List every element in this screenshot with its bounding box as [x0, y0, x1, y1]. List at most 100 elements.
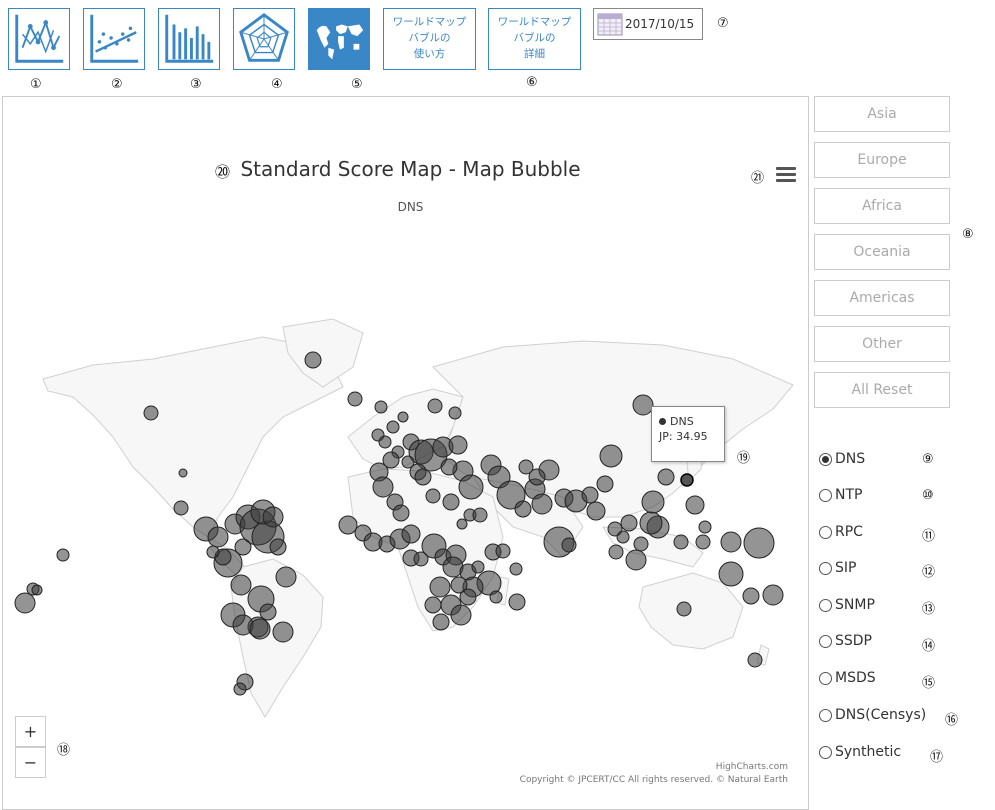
map-bubble[interactable]	[427, 398, 443, 414]
map-bubble[interactable]	[424, 596, 442, 614]
howto-button[interactable]: ワールドマップ バブルの 使い方	[383, 8, 476, 70]
region-button-asia[interactable]: Asia	[814, 96, 950, 132]
radar-chart-button[interactable]	[233, 8, 295, 70]
region-reset-button[interactable]: All Reset	[814, 372, 950, 408]
map-bubble[interactable]	[528, 468, 546, 486]
map-bubble[interactable]	[392, 504, 410, 522]
map-bubble[interactable]	[586, 501, 606, 521]
map-bubble[interactable]	[425, 488, 441, 504]
map-bubble[interactable]	[762, 584, 784, 606]
dataset-radio-ssdp[interactable]: SSDP	[819, 633, 872, 649]
map-bubble[interactable]	[459, 588, 477, 606]
credits-site[interactable]: HighCharts.com	[716, 762, 788, 772]
map-bubble[interactable]	[143, 405, 159, 421]
dataset-radio-dns-censys[interactable]: DNS(Censys)	[819, 707, 926, 723]
map-bubble[interactable]	[14, 592, 36, 614]
map-bubble[interactable]	[472, 507, 488, 523]
dataset-radio-snmp[interactable]: SNMP	[819, 597, 875, 613]
map-bubble[interactable]	[509, 562, 523, 576]
bar-chart-button[interactable]	[158, 8, 220, 70]
map-bubble[interactable]	[432, 613, 450, 631]
map-bubble[interactable]	[495, 543, 511, 559]
map-bubble[interactable]	[378, 435, 392, 449]
map-bubble[interactable]	[386, 420, 400, 434]
map-bubble[interactable]	[695, 534, 711, 550]
map-bubble[interactable]	[508, 593, 526, 611]
map-bubble[interactable]	[442, 493, 460, 511]
map-bubble[interactable]	[607, 521, 623, 537]
map-bubble[interactable]	[720, 531, 742, 553]
dataset-radio-msds[interactable]: MSDS	[819, 670, 876, 686]
zoom-in-button[interactable]: +	[15, 716, 46, 747]
map-bubble[interactable]	[456, 518, 468, 530]
map-bubble-highlighted[interactable]	[680, 473, 694, 487]
map-bubble[interactable]	[372, 476, 394, 498]
region-button-americas[interactable]: Americas	[814, 280, 950, 316]
map-bubble[interactable]	[747, 652, 763, 668]
map-bubble[interactable]	[429, 576, 451, 598]
map-bubble[interactable]	[673, 534, 689, 550]
map-bubble[interactable]	[401, 524, 421, 544]
map-bubble[interactable]	[581, 486, 599, 504]
map-bubble[interactable]	[596, 475, 614, 493]
map-bubble[interactable]	[448, 435, 468, 455]
map-bubble[interactable]	[641, 490, 665, 514]
region-button-europe[interactable]: Europe	[814, 142, 950, 178]
line-chart-button[interactable]	[8, 8, 70, 70]
map-bubble[interactable]	[31, 584, 43, 596]
map-bubble[interactable]	[742, 587, 760, 605]
details-button[interactable]: ワールドマップ バブルの 詳細	[488, 8, 581, 70]
map-bubble[interactable]	[531, 493, 553, 515]
dataset-radio-sip[interactable]: SIP	[819, 560, 856, 576]
map-bubble[interactable]	[743, 527, 775, 559]
dataset-radio-synthetic[interactable]: Synthetic	[819, 744, 901, 760]
map-bubble[interactable]	[471, 560, 485, 574]
map-bubble[interactable]	[178, 468, 188, 478]
map-bubble[interactable]	[698, 520, 712, 534]
map-bubble[interactable]	[489, 590, 503, 604]
world-map-button[interactable]	[308, 8, 370, 70]
map-bubble[interactable]	[173, 500, 189, 516]
map-bubble[interactable]	[56, 548, 70, 562]
region-button-other[interactable]: Other	[814, 326, 950, 362]
map-bubble[interactable]	[414, 468, 432, 486]
map-bubble[interactable]	[401, 455, 415, 469]
map-bubble[interactable]	[262, 506, 284, 528]
map-bubble[interactable]	[304, 351, 322, 369]
map-chart[interactable]: ⑳ Standard Score Map - Map Bubble DNS ㉑	[2, 96, 809, 810]
map-bubble[interactable]	[599, 444, 623, 468]
map-bubble[interactable]	[561, 537, 577, 553]
map-bubble[interactable]	[608, 544, 624, 560]
map-bubble[interactable]	[249, 618, 271, 640]
date-picker[interactable]: 2017/10/15	[593, 8, 703, 40]
map-bubble[interactable]	[676, 601, 692, 617]
map-bubble[interactable]	[440, 458, 458, 476]
map-bubble[interactable]	[233, 682, 247, 696]
map-bubble[interactable]	[206, 545, 220, 559]
map-bubble[interactable]	[620, 514, 638, 532]
map-bubble[interactable]	[458, 474, 484, 500]
map-bubble[interactable]	[639, 511, 663, 535]
dataset-radio-ntp[interactable]: NTP	[819, 487, 862, 503]
region-button-oceania[interactable]: Oceania	[814, 234, 950, 270]
map-bubble[interactable]	[272, 621, 294, 643]
region-button-africa[interactable]: Africa	[814, 188, 950, 224]
dataset-radio-rpc[interactable]: RPC	[819, 524, 863, 540]
zoom-out-button[interactable]: −	[15, 747, 46, 778]
map-bubble[interactable]	[450, 604, 472, 626]
map-bubble[interactable]	[685, 495, 705, 515]
map-bubble[interactable]	[269, 538, 287, 556]
map-bubble[interactable]	[207, 526, 229, 548]
map-bubble[interactable]	[338, 515, 358, 535]
map-bubble[interactable]	[514, 500, 532, 518]
map-bubble[interactable]	[374, 400, 388, 414]
map-bubble[interactable]	[633, 536, 649, 552]
map-bubble[interactable]	[632, 394, 654, 416]
scatter-chart-button[interactable]	[83, 8, 145, 70]
map-bubble[interactable]	[397, 411, 409, 423]
dataset-radio-dns[interactable]: DNS	[819, 451, 865, 467]
map-bubble[interactable]	[448, 406, 462, 420]
map-bubble[interactable]	[347, 391, 363, 407]
map-bubble[interactable]	[625, 549, 647, 571]
map-bubble[interactable]	[718, 561, 744, 587]
